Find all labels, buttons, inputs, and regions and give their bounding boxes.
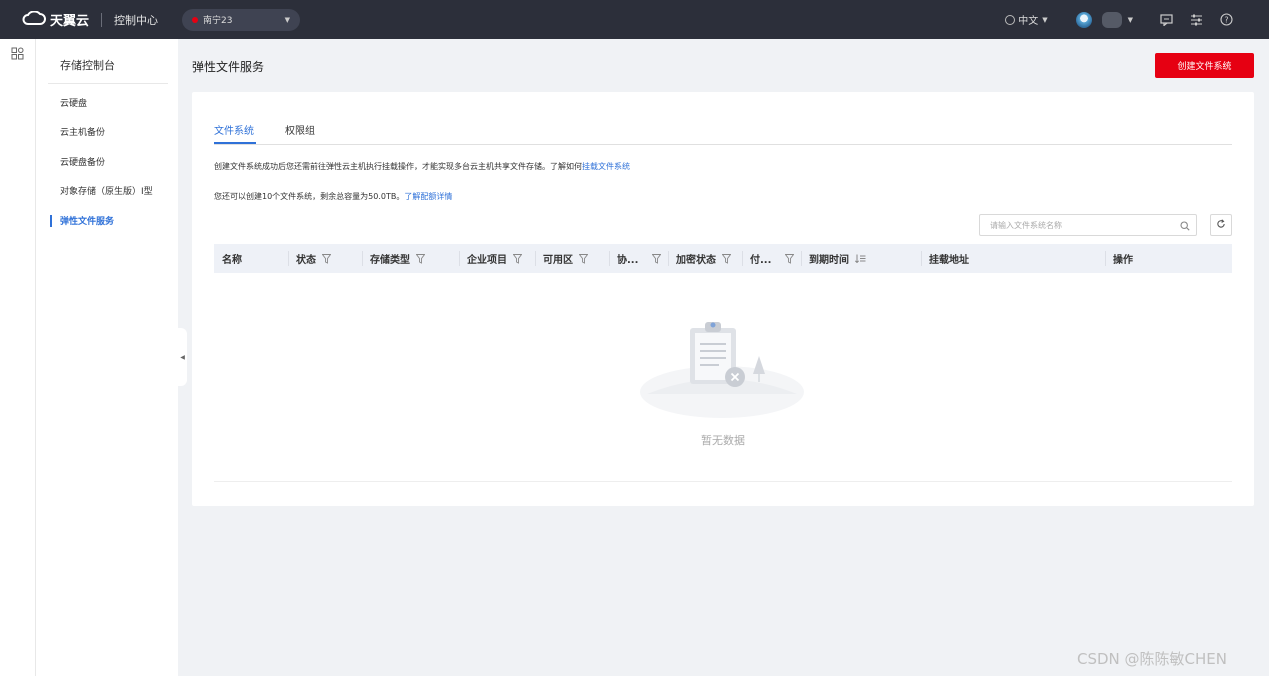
tab-permission-groups[interactable]: 权限组 [285, 122, 315, 137]
divider [101, 12, 103, 27]
chevron-down-icon: ▼ [1042, 15, 1048, 24]
globe-icon [1005, 14, 1016, 25]
column-label: 企业项目 [467, 255, 507, 266]
sidebar-item-elastic-file-service[interactable]: 弹性文件服务 [60, 214, 114, 227]
column-header-storage-type: 存储类型 [362, 244, 425, 273]
column-header-protocol: 协... [609, 244, 662, 273]
divider [48, 83, 168, 84]
column-label: 状态 [296, 255, 316, 266]
active-indicator [50, 215, 52, 227]
quota-details-link[interactable]: 了解配额详情 [404, 192, 452, 201]
column-label: 加密状态 [676, 255, 716, 266]
location-dot-icon [192, 16, 199, 23]
settings-sliders-icon[interactable] [1189, 13, 1203, 27]
avatar[interactable] [1075, 11, 1092, 28]
column-label: 到期时间 [809, 255, 849, 266]
create-file-system-button[interactable]: 创建文件系统 [1155, 53, 1254, 78]
table-bottom-border [214, 481, 1232, 482]
table-header: 名称 状态 存储类型 企业项目 可用区 协... 加密状态 付... 到期时间 … [214, 244, 1232, 273]
apps-grid-icon[interactable] [11, 47, 24, 63]
column-header-billing: 付... [742, 244, 795, 273]
chevron-down-icon: ▼ [284, 15, 291, 24]
watermark: CSDN @陈陈敏CHEN [1077, 650, 1227, 668]
sidebar-collapse-handle[interactable]: ◀ [178, 328, 187, 386]
tab-bar: 文件系统 权限组 [214, 122, 1232, 145]
refresh-icon [1216, 218, 1226, 232]
mount-file-system-link[interactable]: 挂载文件系统 [582, 162, 630, 171]
page-title: 弹性文件服务 [192, 60, 265, 74]
cloud-logo-icon [22, 10, 46, 28]
svg-text:?: ? [1224, 16, 1228, 25]
sort-icon[interactable] [855, 254, 866, 263]
sidebar-item-cloud-disk[interactable]: 云硬盘 [60, 96, 87, 109]
chevron-left-icon: ◀ [180, 353, 185, 361]
help-icon[interactable]: ? [1219, 13, 1233, 27]
column-label: 存储类型 [370, 255, 410, 266]
column-header-encryption: 加密状态 [668, 244, 731, 273]
refresh-button[interactable] [1210, 214, 1232, 236]
filter-icon[interactable] [722, 253, 731, 264]
column-header-actions: 操作 [1105, 244, 1133, 273]
column-label: 付... [750, 255, 772, 266]
filter-icon[interactable] [322, 253, 331, 264]
top-navbar: 天翼云 控制中心 南宁23 ▼ 中文 ▼ ▼ ? [0, 0, 1269, 39]
tab-active-indicator [214, 142, 256, 144]
column-label: 可用区 [543, 255, 573, 266]
filter-icon[interactable] [416, 253, 425, 264]
empty-state-text: 暂无数据 [701, 434, 745, 447]
quota-tip-text: 您还可以创建10个文件系统，剩余总容量为50.0TB。 [214, 192, 405, 201]
product-rail [0, 39, 36, 676]
column-header-availability-zone: 可用区 [535, 244, 588, 273]
language-label: 中文 [1018, 16, 1039, 27]
chevron-down-icon[interactable]: ▼ [1128, 16, 1133, 24]
brand-name: 天翼云 [50, 14, 90, 29]
message-icon[interactable] [1159, 13, 1173, 27]
column-header-expiry: 到期时间 [801, 244, 866, 273]
column-label: 操作 [1113, 255, 1133, 266]
empty-state-illustration [637, 312, 807, 422]
language-selector[interactable]: 中文 ▼ [1005, 12, 1048, 27]
account-menu[interactable] [1101, 11, 1122, 28]
column-label: 挂载地址 [929, 255, 969, 266]
brand-logo[interactable]: 天翼云 [22, 10, 89, 29]
filter-icon[interactable] [652, 253, 662, 264]
search-icon[interactable] [1180, 220, 1190, 234]
sidebar: 存储控制台 云硬盘 云主机备份 云硬盘备份 对象存储（原生版）Ⅰ型 弹性文件服务 [36, 39, 178, 676]
search-input[interactable] [980, 215, 1170, 235]
sidebar-item-object-storage[interactable]: 对象存储（原生版）Ⅰ型 [60, 184, 153, 197]
console-link[interactable]: 控制中心 [114, 12, 158, 28]
quota-tip: 您还可以创建10个文件系统，剩余总容量为50.0TB。了解配额详情 [214, 191, 452, 202]
mount-tip-text: 创建文件系统成功后您还需前往弹性云主机执行挂载操作，才能实现多台云主机共享文件存… [214, 162, 582, 171]
region-selector[interactable]: 南宁23 ▼ [182, 8, 301, 31]
sidebar-item-disk-backup[interactable]: 云硬盘备份 [60, 155, 105, 168]
filter-icon[interactable] [513, 253, 522, 264]
tab-file-systems[interactable]: 文件系统 [214, 122, 254, 137]
filter-icon[interactable] [785, 253, 795, 264]
column-header-name: 名称 [214, 244, 242, 273]
mount-tip: 创建文件系统成功后您还需前往弹性云主机执行挂载操作，才能实现多台云主机共享文件存… [214, 161, 630, 172]
region-label: 南宁23 [203, 16, 233, 26]
column-header-mount-address: 挂载地址 [921, 244, 969, 273]
column-header-status: 状态 [288, 244, 331, 273]
column-label: 协... [617, 255, 639, 266]
content-card: 文件系统 权限组 创建文件系统成功后您还需前往弹性云主机执行挂载操作，才能实现多… [192, 92, 1254, 506]
column-label: 名称 [222, 255, 242, 266]
search-box [979, 214, 1197, 236]
sidebar-title: 存储控制台 [60, 59, 115, 72]
filter-icon[interactable] [579, 253, 588, 264]
sidebar-item-host-backup[interactable]: 云主机备份 [60, 125, 105, 138]
column-header-enterprise-project: 企业项目 [459, 244, 522, 273]
